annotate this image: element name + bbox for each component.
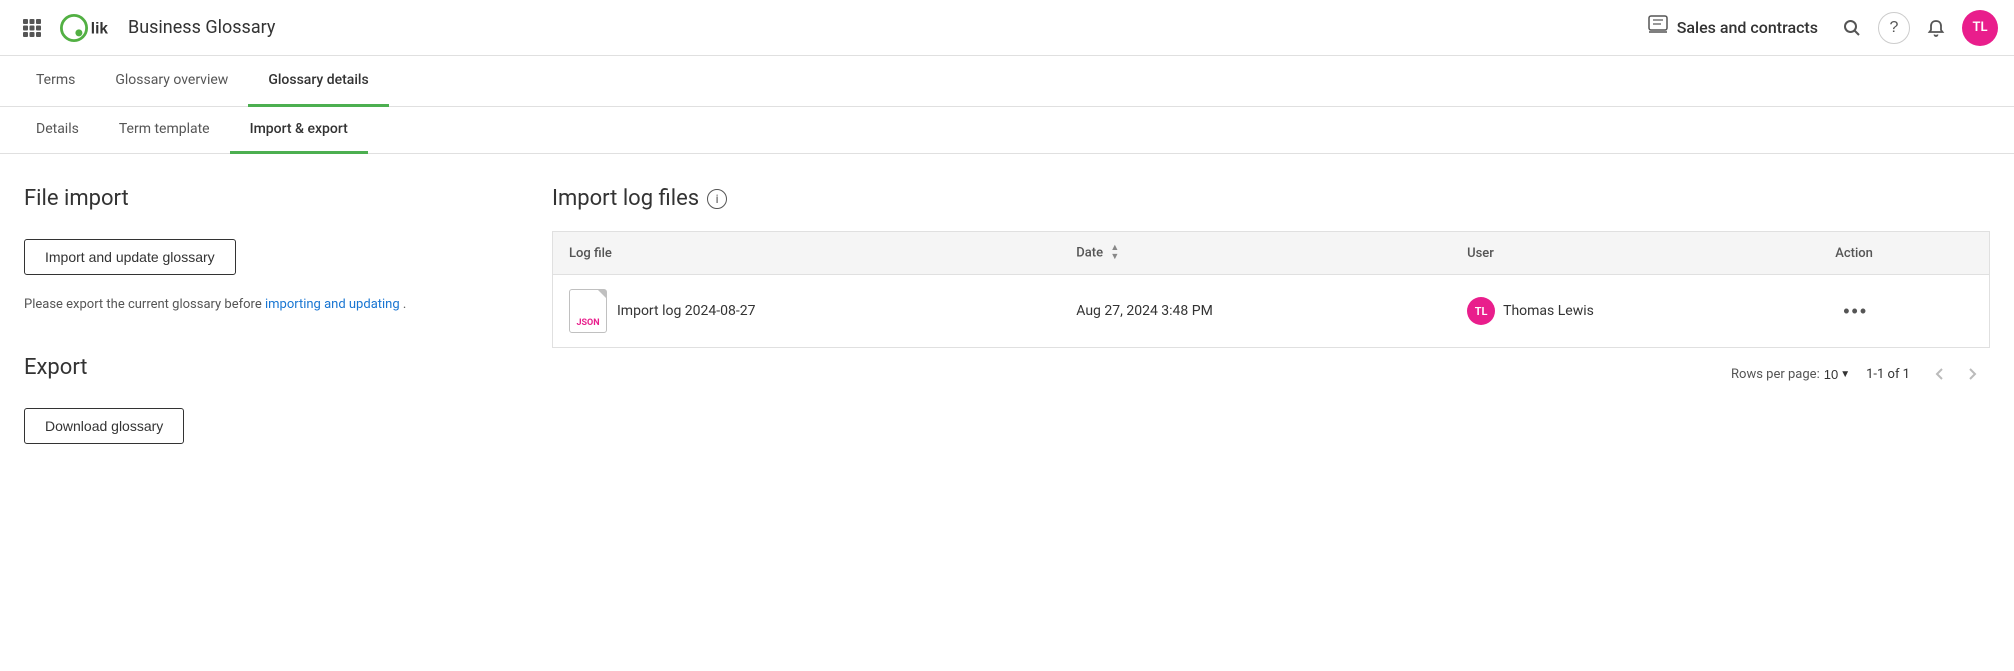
- log-date: Aug 27, 2024 3:48 PM: [1060, 275, 1451, 348]
- user-avatar-small: TL: [1467, 297, 1495, 325]
- chevron-right-icon: [1965, 367, 1979, 381]
- top-nav: lik Business Glossary Sales and contract…: [0, 0, 2014, 56]
- nav-left: lik Business Glossary: [16, 12, 1631, 44]
- center-section: Sales and contracts: [1647, 14, 1818, 41]
- col-date[interactable]: Date ▲▼: [1060, 232, 1451, 275]
- log-file-cell: JSON Import log 2024-08-27: [553, 275, 1061, 348]
- tab-term-template[interactable]: Term template: [99, 107, 230, 154]
- left-panel: File import Import and update glossary P…: [24, 186, 504, 633]
- nav-right: ? TL: [1834, 10, 1998, 46]
- table-header: Log file Date ▲▼ User Action: [553, 232, 1990, 275]
- log-table: Log file Date ▲▼ User Action JSON: [552, 231, 1990, 348]
- main-content: File import Import and update glossary P…: [0, 154, 2014, 665]
- info-icon-symbol: i: [716, 192, 719, 206]
- tab-terms[interactable]: Terms: [16, 56, 95, 107]
- info-icon[interactable]: i: [707, 189, 727, 209]
- row-more-button[interactable]: •••: [1835, 297, 1876, 326]
- page-nav: [1926, 360, 1986, 388]
- tab-import-export[interactable]: Import & export: [230, 107, 368, 154]
- glossary-nav-icon: [1647, 14, 1669, 41]
- next-page-button[interactable]: [1958, 360, 1986, 388]
- chevron-down-icon: ▼: [1840, 369, 1850, 380]
- primary-tabs: Terms Glossary overview Glossary details: [0, 56, 2014, 107]
- glossary-name: Sales and contracts: [1677, 18, 1818, 37]
- svg-text:lik: lik: [91, 20, 109, 37]
- log-user-cell: TL Thomas Lewis: [1451, 275, 1819, 348]
- user-name: Thomas Lewis: [1503, 303, 1594, 319]
- export-note-before: Please export the current glossary befor…: [24, 297, 262, 312]
- chevron-left-icon: [1933, 367, 1947, 381]
- help-icon: ?: [1890, 19, 1899, 37]
- json-file-icon: JSON: [569, 289, 607, 333]
- qlik-logo: lik: [60, 14, 116, 42]
- import-update-button[interactable]: Import and update glossary: [24, 239, 236, 275]
- log-file-name: Import log 2024-08-27: [617, 303, 755, 319]
- tab-glossary-overview[interactable]: Glossary overview: [95, 56, 248, 107]
- bell-icon: [1927, 19, 1945, 37]
- log-action-cell: •••: [1819, 275, 1989, 348]
- export-note: Please export the current glossary befor…: [24, 295, 504, 315]
- pagination: Rows per page: 10 ▼ 1-1 of 1: [552, 348, 1990, 400]
- export-note-after: .: [403, 297, 406, 312]
- export-title: Export: [24, 355, 504, 380]
- export-link[interactable]: importing and updating: [265, 297, 400, 312]
- table-body: JSON Import log 2024-08-27 Aug 27, 2024 …: [553, 275, 1990, 348]
- log-file-cell-inner: JSON Import log 2024-08-27: [569, 289, 1044, 333]
- tab-glossary-details[interactable]: Glossary details: [248, 56, 388, 107]
- right-panel: Import log files i Log file Date ▲▼ User…: [552, 186, 1990, 633]
- log-title: Import log files: [552, 186, 699, 211]
- help-button[interactable]: ?: [1878, 12, 1910, 44]
- file-import-title: File import: [24, 186, 504, 211]
- col-log-file: Log file: [553, 232, 1061, 275]
- col-action: Action: [1819, 232, 1989, 275]
- grid-menu-button[interactable]: [16, 12, 48, 44]
- download-glossary-button[interactable]: Download glossary: [24, 408, 184, 444]
- search-icon: [1843, 19, 1861, 37]
- sort-arrows-date: ▲▼: [1110, 244, 1119, 262]
- table-row: JSON Import log 2024-08-27 Aug 27, 2024 …: [553, 275, 1990, 348]
- user-cell-inner: TL Thomas Lewis: [1467, 297, 1803, 325]
- col-user: User: [1451, 232, 1819, 275]
- search-button[interactable]: [1834, 10, 1870, 46]
- grid-icon: [23, 19, 41, 37]
- notifications-button[interactable]: [1918, 10, 1954, 46]
- rows-per-page-select[interactable]: 10 ▼: [1824, 367, 1850, 382]
- prev-page-button[interactable]: [1926, 360, 1954, 388]
- json-label: JSON: [576, 318, 599, 328]
- rows-per-page: Rows per page: 10 ▼: [1731, 367, 1850, 382]
- log-title-row: Import log files i: [552, 186, 1990, 211]
- secondary-tabs: Details Term template Import & export: [0, 107, 2014, 154]
- page-range: 1-1 of 1: [1866, 367, 1910, 382]
- user-avatar[interactable]: TL: [1962, 10, 1998, 46]
- rows-per-page-value: 10: [1824, 367, 1838, 382]
- rows-per-page-label: Rows per page:: [1731, 367, 1820, 382]
- app-title: Business Glossary: [128, 17, 275, 38]
- tab-details[interactable]: Details: [16, 107, 99, 154]
